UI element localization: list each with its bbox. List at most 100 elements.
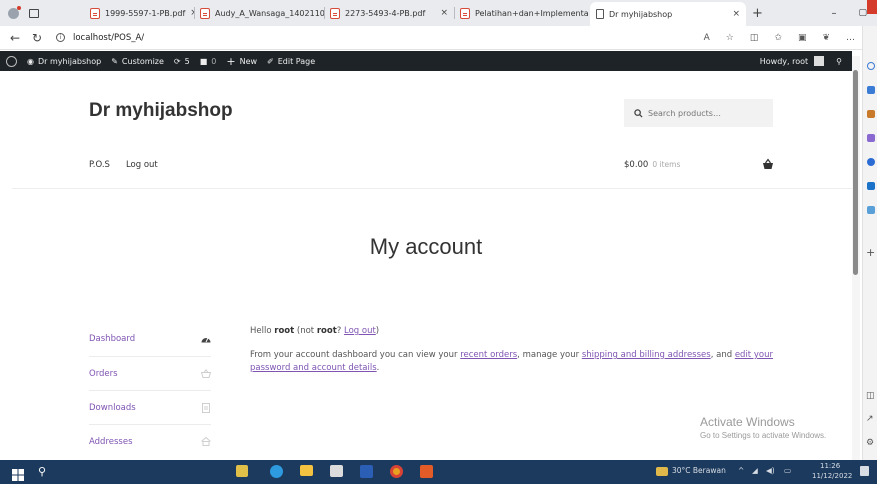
account-nav-orders[interactable]: Orders (89, 356, 211, 390)
hello-prefix: Hello (250, 326, 275, 336)
search-input[interactable] (648, 108, 758, 118)
tray-chevron-icon[interactable]: ^ (738, 466, 744, 475)
url-text[interactable]: localhost/POS_A/ (73, 33, 144, 43)
cart-count[interactable]: 0 items (652, 160, 680, 170)
tools-icon[interactable] (867, 110, 875, 118)
primary-menu: P.O.S Log out (89, 160, 158, 170)
account-nav-label[interactable]: Downloads (89, 403, 136, 413)
outlook-icon[interactable] (867, 182, 875, 190)
account-nav-dashboard[interactable]: Dashboard (89, 322, 211, 356)
watermark-subtitle: Go to Settings to activate Windows. (700, 431, 827, 440)
account-nav-label[interactable]: Addresses (89, 437, 133, 447)
admin-bar-customize[interactable]: ✎ Customize (111, 57, 164, 66)
activate-windows-watermark: Activate Windows Go to Settings to activ… (700, 415, 826, 440)
clock-time[interactable]: 11:26 (820, 462, 840, 470)
store-icon[interactable] (330, 465, 343, 477)
new-tab-button[interactable]: + (752, 6, 763, 21)
cart-total[interactable]: $0.00 (624, 160, 648, 170)
shopping-icon[interactable] (867, 86, 875, 94)
extensions-icon[interactable]: ❦ (822, 33, 830, 43)
hello-user: root (274, 326, 295, 336)
wordpress-logo-icon[interactable] (6, 55, 17, 67)
profile-icon[interactable] (8, 5, 21, 19)
page-title: My account (369, 234, 483, 259)
menu-item-logout[interactable]: Log out (126, 160, 158, 170)
volume-icon[interactable]: ◀) (766, 466, 775, 475)
pdf-icon (90, 7, 100, 19)
back-icon[interactable]: ← (4, 31, 26, 45)
account-nav-addresses[interactable]: Addresses (89, 424, 211, 458)
edge-sidebar: + ◫ ↗ ⚙ (862, 26, 877, 460)
admin-bar-comments[interactable]: ■ 0 (200, 57, 217, 66)
admin-bar-site-link[interactable]: ◉ Dr myhijabshop (27, 57, 101, 66)
account-nav-label[interactable]: Orders (89, 369, 118, 379)
app-icon[interactable] (420, 465, 433, 478)
windows-logo-icon (12, 469, 24, 481)
games-icon[interactable] (867, 134, 875, 142)
notification-icon[interactable] (860, 466, 869, 476)
product-search[interactable] (624, 99, 773, 127)
header-cart[interactable]: $0.00 0 items (624, 160, 680, 170)
recent-orders-link[interactable]: recent orders (460, 350, 517, 360)
weather-text[interactable]: 30°C Berawan (672, 466, 726, 475)
tab-close-icon[interactable]: × (732, 9, 740, 19)
address-bar: ← ↻ i localhost/POS_A/ A ☆ ◫ ✩ ▣ ❦ … (0, 26, 877, 50)
not-user: root (316, 326, 337, 336)
basket-icon[interactable] (762, 158, 774, 170)
word-icon[interactable] (360, 465, 373, 478)
settings-gear-icon[interactable]: ⚙ (866, 438, 874, 448)
sidebar-layout-icon[interactable]: ◫ (866, 391, 875, 401)
browser-tab-2[interactable]: Audy_A_Wansaga_1402110 × (194, 3, 324, 23)
menu-item-pos[interactable]: P.O.S (89, 160, 110, 170)
more-options-icon[interactable]: … (846, 33, 855, 43)
page-scrollbar-thumb[interactable] (853, 70, 858, 275)
read-aloud-icon[interactable]: A (704, 33, 710, 43)
admin-bar-howdy[interactable]: Howdy, root (760, 57, 808, 66)
clock-date[interactable]: 11/12/2022 (812, 472, 852, 480)
admin-bar-new[interactable]: + New (226, 55, 257, 68)
url-field[interactable]: i localhost/POS_A/ (56, 33, 144, 43)
admin-bar-edit-page[interactable]: ✐ Edit Page (267, 57, 315, 66)
edge-browser-icon[interactable] (270, 465, 283, 478)
network-icon[interactable]: ◢ (752, 466, 758, 475)
collections-icon[interactable]: ▣ (798, 33, 807, 43)
window-close-button[interactable] (867, 0, 877, 14)
addresses-link[interactable]: shipping and billing addresses (582, 350, 711, 360)
search-icon[interactable] (867, 62, 875, 70)
weather-icon[interactable] (656, 467, 668, 476)
external-link-icon[interactable]: ↗ (866, 414, 874, 424)
battery-icon[interactable]: ▭ (784, 466, 791, 475)
admin-search-icon[interactable]: ⚲ (836, 57, 842, 66)
favorite-star-icon[interactable]: ☆ (726, 33, 734, 43)
admin-bar-account[interactable]: Howdy, root ⚲ (760, 56, 852, 66)
account-nav-label[interactable]: Dashboard (89, 334, 135, 344)
logout-link[interactable]: Log out (344, 326, 376, 336)
file-icon (201, 402, 211, 413)
browser-tab-3[interactable]: 2273-5493-4-PB.pdf × (324, 3, 454, 23)
favorites-icon[interactable]: ✩ (774, 33, 782, 43)
taskbar-search-icon[interactable]: ⚲ (38, 465, 46, 478)
start-button[interactable] (12, 466, 24, 484)
site-info-icon[interactable]: i (56, 33, 65, 42)
chrome-icon[interactable] (390, 465, 403, 478)
minimize-icon[interactable]: – (831, 8, 836, 19)
browser-tab-title: Pelatihan+dan+Implementa (475, 8, 589, 18)
office-icon[interactable] (867, 158, 875, 166)
site-title[interactable]: Dr myhijabshop (89, 100, 233, 122)
admin-bar-edit-label: Edit Page (277, 56, 316, 66)
admin-bar-updates[interactable]: ⟳ 5 (174, 57, 190, 66)
restore-icon[interactable]: ▢ (858, 8, 867, 18)
tab-close-icon[interactable]: × (440, 8, 448, 18)
drop-icon[interactable] (867, 206, 875, 214)
browser-tab-4[interactable]: Pelatihan+dan+Implementa × (454, 3, 590, 23)
split-screen-icon[interactable]: ◫ (750, 33, 759, 43)
refresh-icon[interactable]: ↻ (26, 31, 48, 45)
add-sidebar-icon[interactable]: + (866, 246, 875, 259)
account-nav-downloads[interactable]: Downloads (89, 390, 211, 424)
browser-tab-active[interactable]: Dr myhijabshop × (590, 2, 746, 26)
browser-tab-1[interactable]: 1999-5597-1-PB.pdf × (84, 3, 194, 23)
tab-actions-icon[interactable] (29, 8, 39, 18)
avatar[interactable] (814, 56, 825, 66)
file-explorer-icon[interactable] (300, 465, 313, 476)
task-view-icon[interactable] (236, 465, 248, 477)
